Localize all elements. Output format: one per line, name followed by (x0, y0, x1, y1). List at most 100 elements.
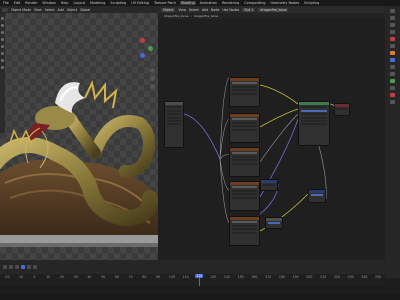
material-dropdown[interactable]: dragonfire_bone (258, 7, 289, 12)
use-nodes-checkbox[interactable]: Use Nodes (222, 8, 239, 12)
gizmo-z-axis[interactable] (140, 53, 145, 58)
menu-item-texture-paint[interactable]: Texture Paint (153, 1, 177, 5)
node-menu-select[interactable]: Select (189, 8, 199, 12)
breadcrumb-item[interactable]: dragonfire_bone (164, 14, 189, 18)
image-texture-node[interactable] (229, 77, 260, 107)
move-tool-icon[interactable] (1, 31, 4, 34)
timeline-tick-label: 130 (210, 275, 217, 279)
timeline-tick-label: 60 (114, 275, 119, 279)
play-icon[interactable] (21, 265, 25, 269)
timeline-tick-label: 30 (73, 275, 78, 279)
camera-icon[interactable] (150, 84, 155, 89)
timeline-tick-label: 0 (33, 275, 36, 279)
menu-item-modeling[interactable]: Modeling (89, 1, 106, 5)
menu-item-edit[interactable]: Edit (13, 1, 22, 5)
image-texture-node[interactable] (229, 216, 260, 246)
node-editor-canvas[interactable] (158, 19, 385, 260)
scene-properties-icon[interactable] (390, 37, 395, 41)
menu-item-scripting[interactable]: Scripting (303, 1, 320, 5)
jump-start-icon[interactable] (9, 265, 13, 269)
tool-properties-icon[interactable] (390, 9, 395, 13)
view-layer-icon[interactable] (390, 30, 395, 34)
rotate-tool-icon[interactable] (1, 38, 4, 41)
breadcrumb-separator: › (190, 14, 192, 18)
viewport-header: Object Mode View Select Add Object Globa… (0, 6, 158, 13)
cursor-tool-icon[interactable] (1, 24, 4, 27)
menu-item-layout[interactable]: Layout (72, 1, 86, 5)
timeline-tick-label: 150 (237, 275, 244, 279)
constraints-icon[interactable] (390, 79, 395, 83)
select-tool-icon[interactable] (1, 17, 4, 20)
menu-item-uv-editing[interactable]: UV Editing (130, 1, 150, 5)
modifier-properties-icon[interactable] (390, 58, 395, 62)
object-properties-icon[interactable] (390, 51, 395, 55)
menu-item-rendering[interactable]: Rendering (221, 1, 240, 5)
editor-type-icon[interactable] (2, 7, 8, 12)
timeline-tick-label: 170 (265, 275, 272, 279)
menu-item-window[interactable]: Window (41, 1, 56, 5)
menu-item-file[interactable]: File (2, 1, 10, 5)
image-texture-node[interactable] (229, 113, 260, 143)
menu-item-geometry-nodes[interactable]: Geometry Nodes (270, 1, 301, 5)
timeline-tick-label: 90 (156, 275, 161, 279)
output-properties-icon[interactable] (390, 23, 395, 27)
3d-viewport[interactable] (0, 13, 158, 260)
measure-tool-icon[interactable] (1, 66, 4, 69)
viewport-toolbar (0, 13, 5, 133)
menu-item-help[interactable]: Help (60, 1, 70, 5)
node-menu-node[interactable]: Node (211, 8, 219, 12)
transform-orientation-dropdown[interactable]: Global (80, 8, 90, 12)
image-texture-node[interactable] (229, 147, 260, 177)
particles-icon[interactable] (390, 65, 395, 69)
color-ramp-node[interactable] (265, 217, 283, 229)
world-properties-icon[interactable] (390, 44, 395, 48)
viewport-menu-add[interactable]: Add (58, 8, 64, 12)
object-mode-dropdown[interactable]: Object Mode (11, 8, 31, 12)
timeline-tick-label: -10 (18, 275, 24, 279)
timeline-header (0, 260, 385, 274)
image-texture-node[interactable] (229, 181, 260, 211)
node-menu-add[interactable]: Add (202, 8, 208, 12)
viewport-menu-view[interactable]: View (34, 8, 42, 12)
timeline-tick-label: 140 (223, 275, 230, 279)
menu-item-sculpting[interactable]: Sculpting (109, 1, 127, 5)
node-menu-view[interactable]: View (178, 8, 186, 12)
transform-tool-icon[interactable] (1, 52, 4, 55)
gizmo-y-axis[interactable] (148, 46, 153, 51)
breadcrumb-item[interactable]: dragonfire_bone (194, 14, 219, 18)
normal-map-node[interactable] (308, 189, 326, 203)
shader-type-dropdown[interactable]: Object (161, 7, 176, 12)
viewport-menu-select[interactable]: Select (45, 8, 55, 12)
pan-icon[interactable] (150, 76, 155, 81)
zoom-icon[interactable] (150, 68, 155, 73)
prev-keyframe-icon[interactable] (15, 265, 19, 269)
bump-node[interactable] (260, 179, 278, 191)
menu-item-animation[interactable]: Animation (199, 1, 218, 5)
annotate-tool-icon[interactable] (1, 59, 4, 62)
texture-properties-icon[interactable] (390, 100, 395, 104)
timeline-body[interactable] (0, 286, 385, 294)
menu-item-render[interactable]: Render (24, 1, 38, 5)
timeline-tick-label: 100 (168, 275, 175, 279)
menu-item-compositing[interactable]: Compositing (243, 1, 266, 5)
scale-tool-icon[interactable] (1, 45, 4, 48)
slot-dropdown[interactable]: Slot 1 (242, 7, 256, 12)
material-output-node[interactable] (334, 103, 350, 116)
timeline-tick-label: 200 (306, 275, 313, 279)
material-properties-icon[interactable] (390, 93, 395, 97)
timeline-tick-label: 70 (128, 275, 133, 279)
timeline-ruler[interactable]: -20 -10 0 10 20 30 40 50 60 70 80 90 100 110 120 130 140… (0, 274, 385, 286)
render-properties-icon[interactable] (390, 16, 395, 20)
properties-sidebar (385, 6, 400, 278)
jump-end-icon[interactable] (33, 265, 37, 269)
data-properties-icon[interactable] (390, 86, 395, 90)
texture-coordinate-node[interactable] (164, 101, 184, 148)
viewport-menu-object[interactable]: Object (67, 8, 77, 12)
editor-type-icon[interactable] (3, 265, 7, 269)
physics-icon[interactable] (390, 72, 395, 76)
principled-bsdf-node[interactable] (298, 101, 330, 146)
gizmo-x-axis[interactable] (140, 38, 145, 43)
next-keyframe-icon[interactable] (27, 265, 31, 269)
menu-item-shading[interactable]: Shading (179, 1, 196, 5)
timeline-tick-label: 180 (278, 275, 285, 279)
